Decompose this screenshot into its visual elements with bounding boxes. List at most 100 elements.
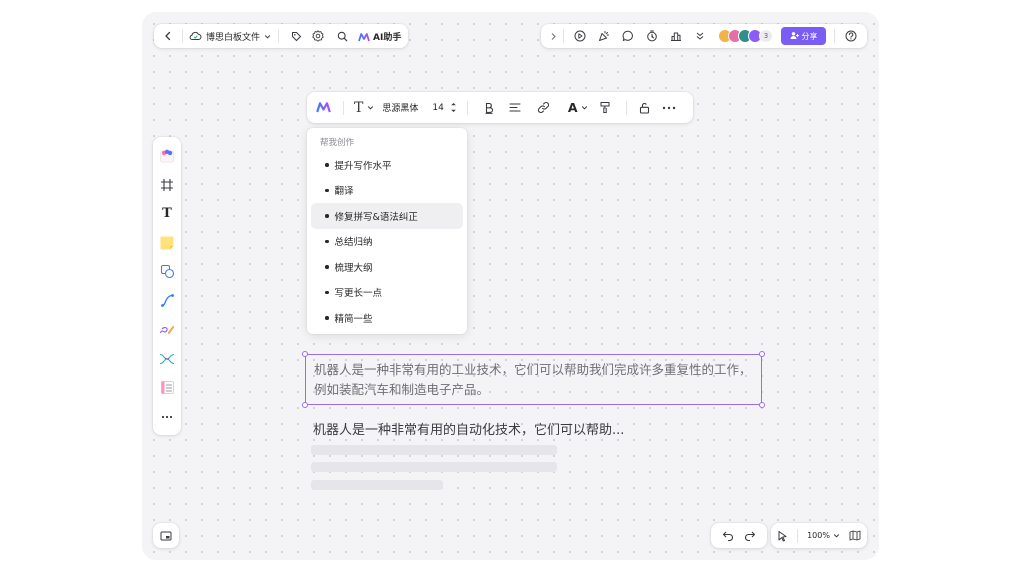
menu-item[interactable]: 翻译 [311, 178, 463, 204]
divider [466, 100, 468, 115]
divider [343, 100, 344, 115]
bullet-dot-icon [325, 265, 329, 269]
shape-tool-icon[interactable] [153, 257, 181, 286]
bullet-dot-icon [325, 214, 329, 218]
bullet-dot-icon [325, 188, 329, 192]
text-style-dropdown[interactable]: T [354, 100, 374, 116]
align-left-icon[interactable] [500, 102, 530, 113]
redo-icon[interactable] [744, 530, 756, 541]
menu-item[interactable]: 写更长一点 [311, 280, 463, 306]
undo-icon[interactable] [722, 530, 734, 541]
ai-write-menu: 帮我创作 提升写作水平 翻译修复拼写&语法纠正总结归纳梳理大纲写更长一点精简一些 [307, 128, 467, 334]
help-icon[interactable] [843, 30, 859, 42]
loading-skeleton-line [311, 480, 443, 490]
resize-handle-top-left[interactable] [302, 351, 308, 357]
resize-handle-top-right[interactable] [759, 351, 765, 357]
menu-item-label: 精简一些 [334, 313, 373, 325]
more-double-chevron-icon[interactable] [688, 31, 712, 41]
sticky-note-icon[interactable] [153, 228, 181, 257]
menu-header: 帮我创作 [320, 138, 355, 148]
divider [625, 100, 627, 115]
ai-assistant-label: AI助手 [373, 32, 402, 43]
menu-item-label: 写更长一点 [334, 288, 383, 300]
back-chevron-icon[interactable] [160, 24, 176, 48]
top-right-toolbar: 3 分享 [541, 24, 867, 48]
divider [278, 29, 280, 43]
chevron-down-icon [264, 33, 271, 40]
bullet-dot-icon [325, 290, 329, 294]
avatar-count-badge: 3 [759, 29, 773, 43]
minimap-icon [160, 531, 172, 541]
menu-item[interactable]: 总结归纳 [311, 229, 463, 255]
menu-item-label: 翻译 [334, 186, 354, 198]
zoom-level-dropdown[interactable]: 100% [807, 531, 840, 540]
expand-chevron-icon[interactable] [547, 32, 559, 41]
divider [797, 528, 799, 543]
text-tool-icon[interactable]: T [153, 199, 181, 228]
ai-logo-icon [358, 27, 370, 46]
font-family-select[interactable]: 思源黑体 [382, 101, 418, 114]
cursor-select-icon[interactable] [777, 530, 788, 542]
menu-item[interactable]: 修复拼写&语法纠正 [311, 203, 463, 229]
menu-item-label: 总结归纳 [334, 237, 373, 249]
font-size-value[interactable]: 14 [432, 103, 443, 113]
divider [834, 29, 835, 43]
zoom-level: 100% [807, 531, 830, 540]
menu-item-label: 提升写作水平 [334, 160, 392, 172]
menu-item[interactable]: 精简一些 [311, 305, 463, 331]
more-tools-icon[interactable] [153, 402, 181, 431]
connector-line-icon[interactable] [153, 286, 181, 315]
pen-draw-icon[interactable] [153, 315, 181, 344]
bullet-dot-icon [325, 163, 329, 167]
chevron-down-icon [833, 532, 840, 539]
undo-redo-group [711, 523, 767, 548]
loading-skeleton-line [311, 445, 557, 455]
search-icon[interactable] [330, 31, 354, 42]
top-left-toolbar: 博思白板文件 AI助手 [154, 24, 408, 48]
file-name-button[interactable]: 博思白板文件 [189, 30, 271, 43]
celebrate-icon[interactable] [592, 30, 616, 42]
template-library-icon[interactable] [153, 141, 181, 170]
collaborator-avatars[interactable]: 3 [718, 29, 773, 43]
menu-item[interactable]: 提升写作水平 [311, 152, 463, 178]
file-name: 博思白板文件 [206, 32, 261, 43]
bullet-dot-icon [325, 239, 329, 243]
menu-item[interactable]: 梳理大纲 [311, 254, 463, 280]
divider [563, 29, 564, 43]
map-book-icon[interactable] [849, 530, 861, 541]
share-label: 分享 [801, 31, 818, 41]
tag-icon[interactable] [286, 31, 306, 42]
frame-tool-icon[interactable] [153, 170, 181, 199]
chevron-down-icon [581, 104, 588, 111]
ai-generating-text: 机器人是一种非常有用的自动化技术，它们可以帮助... [313, 423, 625, 438]
selected-text-box[interactable]: 机器人是一种非常有用的工业技术，它们可以帮助我们完成许多重复性的工作，例如装配汽… [302, 351, 765, 408]
unlock-icon[interactable] [635, 102, 655, 114]
ai-logo-icon[interactable] [313, 102, 333, 113]
table-tool-icon[interactable] [153, 373, 181, 402]
text-type-icon: T [354, 99, 364, 116]
resize-handle-bottom-left[interactable] [302, 402, 308, 408]
link-icon[interactable] [530, 101, 558, 114]
font-size-stepper-icon[interactable] [450, 101, 457, 114]
cloud-sync-icon [189, 31, 202, 41]
share-button[interactable]: 分享 [781, 27, 826, 45]
selected-text[interactable]: 机器人是一种非常有用的工业技术，它们可以帮助我们完成许多重复性的工作，例如装配汽… [314, 362, 752, 397]
bold-icon[interactable] [478, 102, 500, 114]
minimap-toggle-button[interactable] [153, 523, 179, 548]
vote-podium-icon[interactable] [664, 30, 688, 42]
format-painter-icon[interactable] [592, 101, 618, 114]
text-tool-glyph: T [162, 206, 172, 221]
loading-skeleton-line [311, 462, 557, 472]
text-color-icon: A [567, 100, 578, 115]
timer-icon[interactable] [640, 30, 664, 42]
comment-icon[interactable] [616, 30, 640, 42]
text-color-dropdown[interactable]: A [568, 100, 588, 115]
mind-map-icon[interactable] [153, 344, 181, 373]
divider [182, 29, 183, 43]
more-horizontal-icon[interactable] [655, 106, 683, 110]
ai-assistant-button[interactable]: AI助手 [358, 27, 401, 46]
settings-gear-icon[interactable] [306, 30, 330, 42]
resize-handle-bottom-right[interactable] [759, 402, 765, 408]
present-play-icon[interactable] [568, 30, 592, 42]
menu-item-list: 提升写作水平 翻译修复拼写&语法纠正总结归纳梳理大纲写更长一点精简一些 [307, 152, 467, 331]
